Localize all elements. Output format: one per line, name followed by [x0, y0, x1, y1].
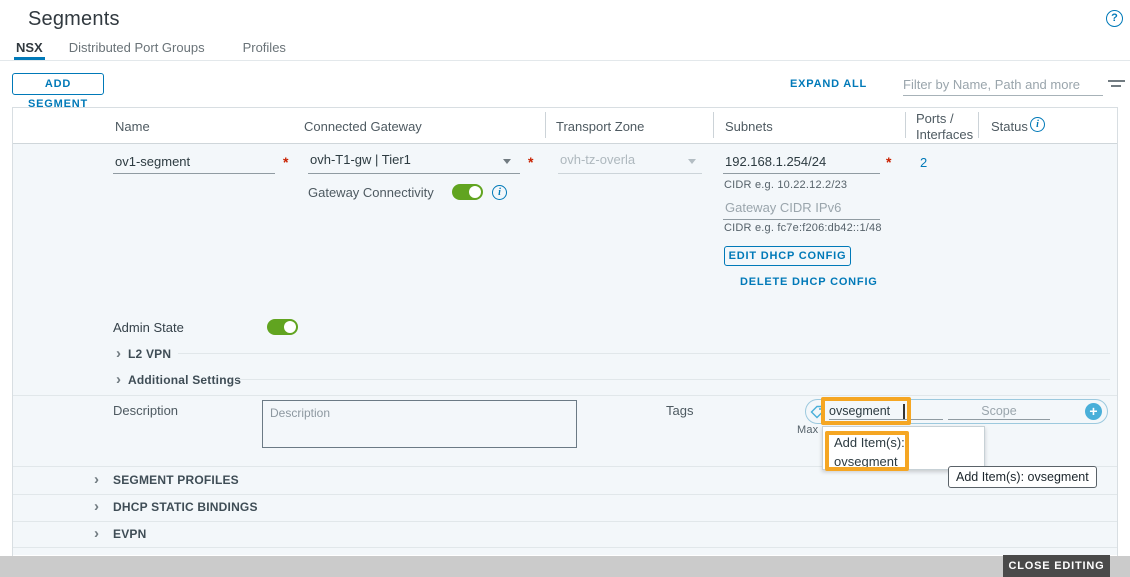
section-rule — [236, 379, 1110, 380]
description-textarea[interactable] — [262, 400, 577, 448]
tab-nsx[interactable]: NSX — [14, 38, 45, 60]
cidr-v4-hint: CIDR e.g. 10.22.12.2/23 — [724, 179, 847, 191]
section-separator — [13, 547, 1117, 548]
help-icon[interactable]: ? — [1106, 10, 1123, 27]
chevron-right-icon: › — [116, 348, 121, 360]
close-editing-button[interactable]: CLOSE EDITING — [1003, 555, 1110, 577]
required-marker: * — [283, 154, 288, 170]
chevron-right-icon: › — [94, 501, 99, 513]
gateway-connectivity-info-icon[interactable]: i — [492, 185, 507, 200]
tags-max-hint: Max — [797, 424, 818, 436]
tab-bar: NSX Distributed Port Groups Profiles — [0, 38, 1130, 61]
admin-state-toggle[interactable] — [267, 319, 298, 335]
column-header-ports-interfaces: Ports / Interfaces — [916, 111, 973, 143]
gateway-cidr-ipv6-input[interactable] — [723, 198, 880, 220]
gateway-connectivity-label: Gateway Connectivity — [308, 185, 434, 200]
column-header-connected-gateway: Connected Gateway — [304, 119, 422, 134]
tag-icon — [810, 405, 824, 419]
chevron-right-icon: › — [116, 374, 121, 386]
section-evpn[interactable]: EVPN — [113, 527, 146, 541]
ports-header-line1: Ports / — [916, 111, 973, 127]
column-divider — [905, 112, 906, 138]
status-info-icon[interactable]: i — [1030, 117, 1045, 132]
chevron-right-icon: › — [94, 528, 99, 540]
tab-distributed-port-groups[interactable]: Distributed Port Groups — [67, 38, 207, 60]
row-separator — [13, 395, 1117, 396]
section-rule — [178, 353, 1110, 354]
page-title: Segments — [28, 8, 120, 31]
segment-name-input[interactable] — [113, 152, 275, 174]
ports-header-line2: Interfaces — [916, 127, 973, 143]
edit-dhcp-config-button[interactable]: EDIT DHCP CONFIG — [724, 246, 851, 266]
nsx-segments-page: Segments ? NSX Distributed Port Groups P… — [0, 0, 1130, 577]
additional-settings-section-toggle[interactable]: Additional Settings — [128, 373, 241, 387]
text-cursor — [903, 404, 905, 419]
chevron-down-icon — [688, 159, 696, 164]
tags-label: Tags — [666, 403, 693, 418]
ports-interfaces-value[interactable]: 2 — [920, 155, 927, 170]
delete-dhcp-config-link[interactable]: DELETE DHCP CONFIG — [740, 276, 878, 288]
tag-name-input[interactable] — [829, 402, 943, 420]
column-divider — [978, 112, 979, 138]
connected-gateway-value: ovh-T1-gw | Tier1 — [310, 152, 411, 167]
add-segment-button[interactable]: ADD SEGMENT — [12, 73, 104, 95]
column-divider — [713, 112, 714, 138]
section-separator — [13, 494, 1117, 495]
column-divider — [545, 112, 546, 138]
filter-input[interactable] — [903, 74, 1103, 96]
column-header-status: Status — [991, 119, 1028, 134]
column-header-transport-zone: Transport Zone — [556, 119, 644, 134]
column-header-subnets: Subnets — [725, 119, 773, 134]
gateway-cidr-input[interactable] — [723, 152, 880, 174]
connected-gateway-select[interactable]: ovh-T1-gw | Tier1 — [308, 152, 520, 174]
grid-header-separator — [13, 143, 1117, 144]
required-marker: * — [528, 154, 533, 170]
l2vpn-section-toggle[interactable]: L2 VPN — [128, 347, 171, 361]
add-item-tooltip: Add Item(s): ovsegment — [948, 466, 1097, 488]
tag-suggestion-item[interactable]: Add Item(s): ovsegment — [834, 433, 934, 471]
column-header-name: Name — [115, 119, 150, 134]
section-dhcp-static-bindings[interactable]: DHCP STATIC BINDINGS — [113, 500, 258, 514]
chevron-right-icon: › — [94, 474, 99, 486]
required-marker: * — [886, 154, 891, 170]
chevron-down-icon — [503, 159, 511, 164]
transport-zone-value: ovh-tz-overla — [560, 152, 635, 167]
gateway-connectivity-toggle[interactable] — [452, 184, 483, 200]
expand-all-button[interactable]: EXPAND ALL — [790, 78, 867, 90]
section-separator — [13, 521, 1117, 522]
description-label: Description — [113, 403, 178, 418]
filter-icon[interactable] — [1108, 80, 1125, 90]
tag-scope-input[interactable] — [948, 402, 1050, 420]
admin-state-label: Admin State — [113, 320, 184, 335]
section-segment-profiles[interactable]: SEGMENT PROFILES — [113, 473, 239, 487]
tab-profiles[interactable]: Profiles — [241, 38, 288, 60]
cidr-v6-hint: CIDR e.g. fc7e:f206:db42::1/48 — [724, 222, 882, 234]
tag-suggestion-dropdown: Add Item(s): ovsegment — [822, 426, 985, 470]
transport-zone-select: ovh-tz-overla — [558, 152, 702, 174]
add-tag-button[interactable]: + — [1085, 403, 1102, 420]
footer-bar — [0, 556, 1130, 577]
